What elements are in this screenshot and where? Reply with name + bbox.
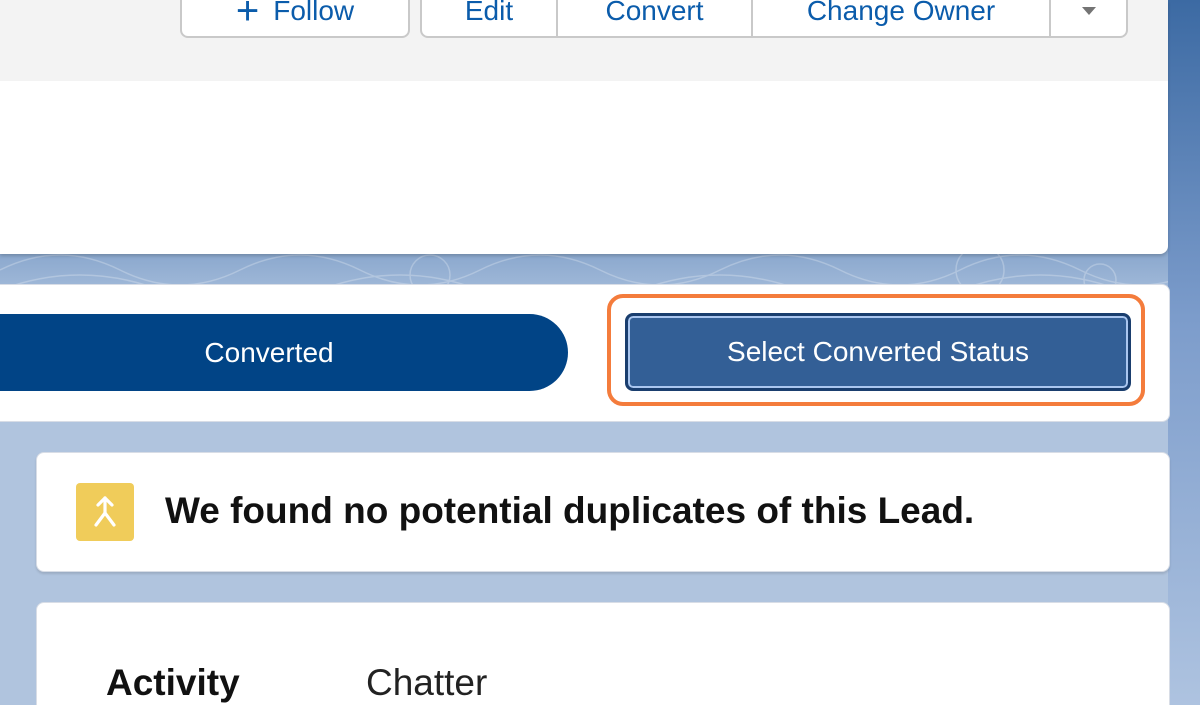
follow-label: Follow bbox=[273, 0, 355, 26]
action-button-group: Edit Convert Change Owner bbox=[420, 0, 1128, 38]
chevron-down-icon bbox=[1081, 7, 1096, 15]
convert-button[interactable]: Convert bbox=[558, 0, 753, 36]
select-converted-status-button[interactable]: Select Converted Status bbox=[625, 313, 1131, 391]
path-stage-converted[interactable]: Converted bbox=[0, 314, 568, 391]
tab-activity[interactable]: Activity bbox=[106, 662, 240, 704]
record-header: + Follow Edit Convert Change Owner bbox=[0, 0, 1168, 254]
change-owner-button[interactable]: Change Owner bbox=[753, 0, 1051, 36]
merge-icon bbox=[76, 483, 134, 541]
edit-label: Edit bbox=[464, 0, 514, 26]
merge-icon-glyph bbox=[94, 496, 116, 527]
duplicate-message: We found no potential duplicates of this… bbox=[165, 490, 975, 531]
plus-icon: + bbox=[235, 0, 260, 33]
convert-label: Convert bbox=[605, 0, 704, 26]
stage-label: Converted bbox=[204, 336, 334, 368]
change-owner-label: Change Owner bbox=[806, 0, 996, 26]
edit-button[interactable]: Edit bbox=[422, 0, 558, 36]
more-actions-button[interactable] bbox=[1051, 0, 1126, 36]
follow-button[interactable]: + Follow bbox=[180, 0, 410, 38]
select-status-label: Select Converted Status bbox=[727, 336, 1029, 367]
background-strip bbox=[1168, 0, 1200, 705]
tab-chatter[interactable]: Chatter bbox=[366, 662, 487, 704]
